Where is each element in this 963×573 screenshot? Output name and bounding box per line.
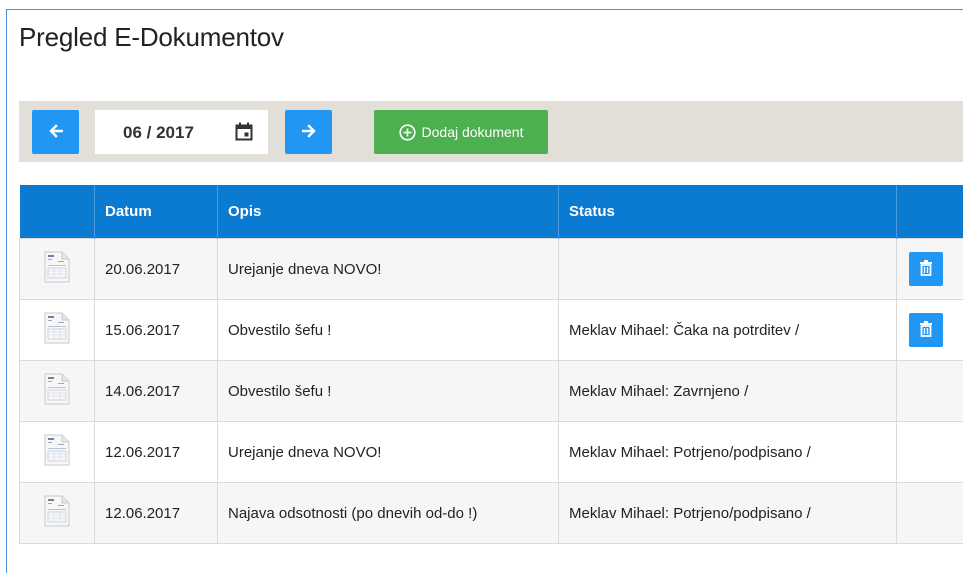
next-month-button[interactable]	[285, 110, 332, 154]
description-cell: Obvestilo šefu !	[217, 360, 559, 422]
page-title: Pregled E-Dokumentov	[19, 22, 284, 52]
date-cell: 15.06.2017	[94, 299, 218, 361]
delete-button[interactable]	[909, 313, 943, 347]
column-header-description[interactable]: Opis	[217, 185, 559, 239]
column-header-actions	[896, 185, 963, 239]
previous-month-button[interactable]	[32, 110, 79, 154]
add-document-button[interactable]: Dodaj dokument	[374, 110, 548, 154]
add-document-label: Dodaj dokument	[421, 124, 524, 140]
actions-cell	[896, 299, 963, 361]
actions-cell	[896, 421, 963, 483]
documents-table: Datum Opis Status 20.06.2017 Urejanje dne…	[19, 185, 963, 544]
document-icon-cell	[19, 482, 95, 544]
document-icon-cell	[19, 299, 95, 361]
trash-icon	[919, 320, 933, 340]
document-icon-cell	[19, 421, 95, 483]
description-cell: Najava odsotnosti (po dnevih od-do !)	[217, 482, 559, 544]
actions-cell	[896, 360, 963, 422]
status-cell: Meklav Mihael: Zavrnjeno /	[558, 360, 897, 422]
table-row[interactable]: 12.06.2017 Urejanje dneva NOVO! Meklav Mih…	[19, 421, 963, 483]
arrow-right-icon	[301, 123, 316, 141]
table-row[interactable]: 12.06.2017 Najava odsotnosti (po dnevih o…	[19, 482, 963, 544]
document-icon[interactable]	[43, 495, 71, 531]
status-cell: Meklav Mihael: Potrjeno/podpisano /	[558, 482, 897, 544]
actions-cell	[896, 482, 963, 544]
calendar-icon[interactable]	[235, 122, 253, 146]
table-body: 20.06.2017 Urejanje dneva NOVO! 15.06.2017…	[19, 238, 963, 544]
table-row[interactable]: 15.06.2017 Obvestilo šefu ! Meklav Mihael:…	[19, 299, 963, 361]
plus-circle-icon	[398, 123, 416, 141]
actions-cell	[896, 238, 963, 300]
status-cell: Meklav Mihael: Čaka na potrditev /	[558, 299, 897, 361]
delete-button[interactable]	[909, 252, 943, 286]
description-cell: Urejanje dneva NOVO!	[217, 238, 559, 300]
date-cell: 12.06.2017	[94, 421, 218, 483]
toolbar: 06 / 2017 Dodaj dokument	[19, 101, 963, 162]
document-icon-cell	[19, 238, 95, 300]
table-header-row: Datum Opis Status	[19, 185, 963, 239]
document-icon[interactable]	[43, 251, 71, 287]
document-icon[interactable]	[43, 373, 71, 409]
column-header-icon	[19, 185, 95, 239]
month-picker[interactable]: 06 / 2017	[95, 110, 268, 154]
column-header-date[interactable]: Datum	[94, 185, 218, 239]
table-row[interactable]: 20.06.2017 Urejanje dneva NOVO!	[19, 238, 963, 300]
month-value: 06 / 2017	[123, 123, 194, 142]
table-row[interactable]: 14.06.2017 Obvestilo šefu ! Meklav Mihael:…	[19, 360, 963, 422]
column-header-status[interactable]: Status	[558, 185, 897, 239]
description-cell: Urejanje dneva NOVO!	[217, 421, 559, 483]
description-cell: Obvestilo šefu !	[217, 299, 559, 361]
arrow-left-icon	[48, 123, 63, 141]
document-icon[interactable]	[43, 312, 71, 348]
date-cell: 20.06.2017	[94, 238, 218, 300]
date-cell: 12.06.2017	[94, 482, 218, 544]
status-cell	[558, 238, 897, 300]
date-cell: 14.06.2017	[94, 360, 218, 422]
document-icon-cell	[19, 360, 95, 422]
status-cell: Meklav Mihael: Potrjeno/podpisano /	[558, 421, 897, 483]
document-icon[interactable]	[43, 434, 71, 470]
trash-icon	[919, 259, 933, 279]
